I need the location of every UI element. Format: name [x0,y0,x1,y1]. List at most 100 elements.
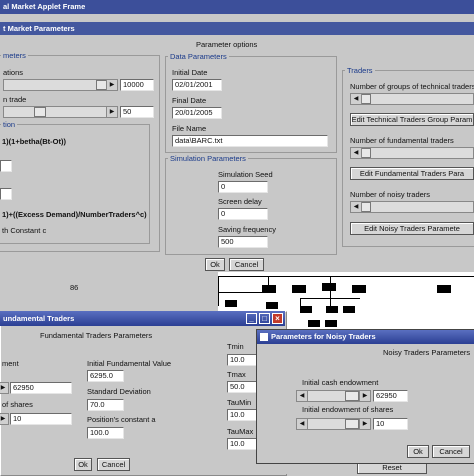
main-ok-button[interactable]: Ok [205,258,225,271]
tmin-label: Tmin [227,342,244,351]
fundamental-cancel-button[interactable]: Cancel [97,458,130,471]
fundamental-title-bar: undamental Traders _ □ × [0,311,285,326]
tree-line [218,276,219,306]
seed-label: Simulation Seed [218,170,273,179]
tmax-label: Tmax [227,370,246,379]
equation-group-title: tion [1,120,18,129]
slider-right-arrow-icon[interactable]: ▶ [359,419,370,429]
fund-ment-label: ment [2,359,19,368]
parameter-options-header: Parameter options [196,40,258,49]
row1-slider[interactable]: ▶ [3,79,118,91]
tree-line [218,292,268,293]
edit-noisy-traders-button[interactable]: Edit Noisy Traders Paramete [350,222,474,235]
fund-traders-slider[interactable]: ◀ [350,147,474,159]
noisy-cash-slider-thumb[interactable] [345,391,359,401]
final-date-field[interactable]: 20/01/2005 [172,107,222,119]
noisy-shares-label: Initial endowment of shares [302,405,394,414]
noisy-traders-slider[interactable]: ◀ [350,201,474,213]
row2-slider-thumb[interactable] [34,107,46,117]
delay-field[interactable]: 0 [218,208,268,220]
row1-field[interactable]: 10000 [120,79,154,91]
row1-label: ations [3,68,24,77]
noisy-traders-slider-thumb[interactable] [361,202,371,212]
noisy-cancel-button[interactable]: Cancel [432,445,470,458]
slider-right-arrow-icon[interactable]: ▶ [106,107,117,117]
row2-slider[interactable]: ▶ [3,106,118,118]
fund-ment-slider-end[interactable]: ▶ [0,382,9,394]
tree-node [300,306,312,313]
parameters-title: t Market Parameters [3,24,75,33]
ifv-field[interactable]: 6295.0 [87,370,124,382]
equation-field-1[interactable] [0,160,12,172]
taumin-label: TauMin [227,398,252,407]
tree-node [262,285,276,293]
slider-left-arrow-icon[interactable]: ◀ [297,419,308,429]
seed-field[interactable]: 0 [218,181,268,193]
pos-field[interactable]: 100.0 [87,427,124,439]
slider-left-arrow-icon[interactable]: ◀ [351,94,362,104]
market-params-title: meters [1,51,28,60]
minimize-icon[interactable]: _ [246,313,257,324]
edit-fundamental-traders-button[interactable]: Edit Fundamental Traders Para [350,167,474,180]
file-name-label: File Name [172,124,207,133]
noisy-shares-slider-thumb[interactable] [345,419,359,429]
tree-node [266,302,278,309]
fund-ment-field[interactable]: 62950 [10,382,72,394]
saving-field[interactable]: 500 [218,236,268,248]
maximize-icon[interactable]: □ [259,313,270,324]
fundamental-ok-button[interactable]: Ok [74,458,92,471]
ifv-label: Initial Fundamental Value [87,359,172,368]
tree-line [300,298,360,299]
initial-date-field[interactable]: 02/01/2001 [172,79,222,91]
equation-field-2[interactable] [0,188,12,200]
noisy-cash-slider[interactable]: ◀ ▶ [296,390,371,402]
tree-node [352,285,366,293]
fundamental-title: undamental Traders [3,314,75,323]
fundamental-header: Fundamental Traders Parameters [40,331,153,340]
noisy-shares-slider[interactable]: ◀ ▶ [296,418,371,430]
slider-right-arrow-icon[interactable]: ▶ [359,391,370,401]
tech-groups-slider-thumb[interactable] [361,94,371,104]
data-params-title: Data Parameters [168,52,229,61]
slider-left-arrow-icon[interactable]: ◀ [297,391,308,401]
traders-title: Traders [345,66,375,75]
std-field[interactable]: 70.0 [87,399,124,411]
taumax-label: TauMax [227,427,254,436]
main-cancel-button[interactable]: Cancel [229,258,264,271]
tech-groups-slider[interactable]: ◀ [350,93,474,105]
slider-left-arrow-icon[interactable]: ◀ [351,202,362,212]
tree-node [308,320,320,327]
noisy-header: Noisy Traders Parameters [383,348,471,357]
fund-shares-field[interactable]: 10 [10,413,72,425]
final-date-label: Final Date [172,96,207,105]
close-icon[interactable]: × [272,313,283,324]
sim-params-title: Simulation Parameters [168,154,248,163]
noisy-ok-button[interactable]: Ok [407,445,429,458]
slider-left-arrow-icon[interactable]: ◀ [351,148,362,158]
formula-1: 1)(1+betha(Bt-Ot)) [2,137,66,146]
tree-node [325,320,337,327]
tree-node [292,285,306,293]
parameters-title-bar: t Market Parameters [0,22,474,35]
tree-left-panel [0,272,218,312]
initial-date-label: Initial Date [172,68,208,77]
slider-right-arrow-icon[interactable]: ▶ [0,383,8,393]
fund-traders-slider-thumb[interactable] [361,148,371,158]
std-label: Standard Deviation [87,387,151,396]
fund-traders-label: Number of fundamental traders [350,136,454,145]
slider-right-arrow-icon[interactable]: ▶ [0,414,8,424]
row2-field[interactable]: 50 [120,106,154,118]
main-title: al Market Applet Frame [3,2,86,11]
fund-shares-slider-end[interactable]: ▶ [0,413,9,425]
noisy-shares-field[interactable]: 10 [373,418,408,430]
tree-line [218,276,474,277]
noisy-title-bar: Parameters for Noisy Traders [257,330,474,344]
edit-technical-traders-button[interactable]: Edit Technical Traders Group Param [350,113,474,126]
slider-right-arrow-icon[interactable]: ▶ [106,80,117,90]
tree-node [225,300,237,307]
file-name-field[interactable]: data\BARC.txt [172,135,328,147]
noisy-cash-field[interactable]: 62950 [373,390,408,402]
delay-label: Screen delay [218,197,262,206]
tree-label: 86 [70,283,79,292]
tree-node [343,306,355,313]
